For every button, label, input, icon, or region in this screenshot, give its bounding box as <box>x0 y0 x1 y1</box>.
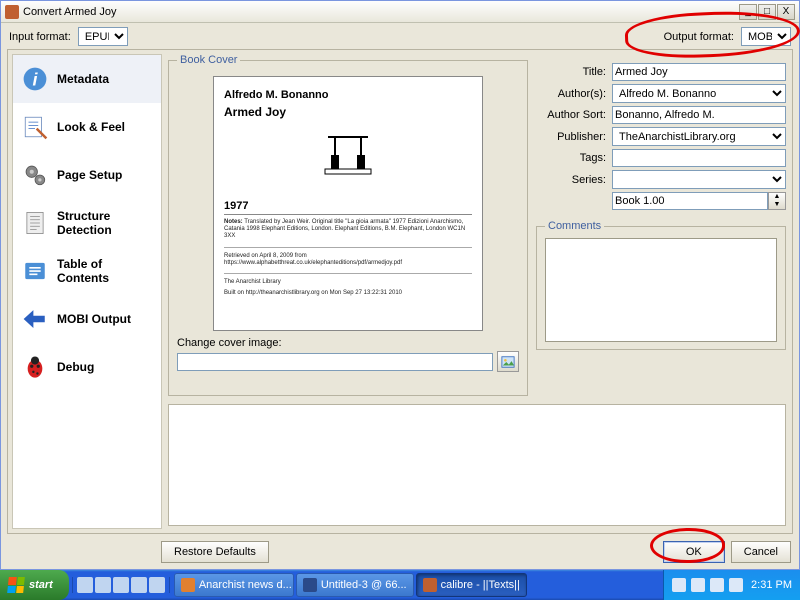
change-cover-input[interactable] <box>177 353 493 371</box>
cover-notes: Notes: Translated by Jean Weir. Original… <box>224 219 472 241</box>
sidebar-item-label: Page Setup <box>57 168 122 182</box>
comments-textarea[interactable] <box>545 238 777 342</box>
cover-retrieved: Retrieved on April 8, 2009 from https://… <box>224 253 472 267</box>
quick-launch-icon[interactable] <box>77 577 93 593</box>
tray-icon[interactable] <box>691 578 705 592</box>
sidebar-item-look-feel[interactable]: Look & Feel <box>13 103 161 151</box>
title-label: Title: <box>536 66 606 78</box>
content-area: i Metadata Look & Feel Page Setup <box>7 49 793 534</box>
tags-label: Tags: <box>536 152 606 164</box>
firefox-icon <box>181 578 195 592</box>
cover-year: 1977 <box>224 200 472 215</box>
cover-title: Armed Joy <box>224 105 472 119</box>
maximize-button[interactable]: □ <box>758 4 776 20</box>
right-panel: Book Cover Alfredo M. Bonanno Armed Joy … <box>168 54 788 529</box>
comments-group: Comments <box>536 220 786 350</box>
taskbar-item-label: Untitled-3 @ 66... <box>321 579 407 591</box>
dialog-button-row: Restore Defaults OK Cancel <box>161 541 791 563</box>
browse-cover-button[interactable] <box>497 351 519 372</box>
sidebar-item-mobi-output[interactable]: MOBI Output <box>13 295 161 343</box>
taskbar: start Anarchist news d... Untitled-3 @ 6… <box>0 570 800 600</box>
sidebar-item-label: MOBI Output <box>57 312 131 326</box>
input-format-label: Input format: <box>9 31 71 43</box>
app-icon <box>5 5 19 19</box>
close-button[interactable]: X <box>777 4 795 20</box>
sidebar-item-label: Table of Contents <box>57 257 153 285</box>
sidebar-item-page-setup[interactable]: Page Setup <box>13 151 161 199</box>
sidebar-item-debug[interactable]: Debug <box>13 343 161 391</box>
sidebar-item-metadata[interactable]: i Metadata <box>13 55 161 103</box>
cover-built: Built on http://theanarchistlibrary.org … <box>224 290 472 297</box>
sidebar-item-toc[interactable]: Table of Contents <box>13 247 161 295</box>
change-cover-label: Change cover image: <box>177 337 519 349</box>
lookfeel-icon <box>21 113 49 141</box>
authors-label: Author(s): <box>536 88 606 100</box>
input-format-select[interactable]: EPUB <box>78 27 128 46</box>
tags-input[interactable] <box>612 149 786 167</box>
system-tray: 2:31 PM <box>663 570 800 600</box>
authorsort-label: Author Sort: <box>536 109 606 121</box>
minimize-button[interactable]: _ <box>739 4 757 20</box>
window-title: Convert Armed Joy <box>23 6 735 18</box>
titlebar: Convert Armed Joy _ □ X <box>1 1 799 23</box>
calibre-icon <box>423 578 437 592</box>
authors-select[interactable]: Alfredo M. Bonanno <box>612 84 786 103</box>
series-label: Series: <box>536 174 606 186</box>
toc-icon <box>21 257 49 285</box>
arrow-left-icon <box>21 305 49 333</box>
sidebar-item-structure-detection[interactable]: Structure Detection <box>13 199 161 247</box>
taskbar-clock: 2:31 PM <box>751 579 792 591</box>
taskbar-item[interactable]: Anarchist news d... <box>174 573 294 597</box>
structure-icon <box>21 209 49 237</box>
taskbar-item-active[interactable]: calibre - ||Texts|| <box>416 573 527 597</box>
comments-legend: Comments <box>545 220 604 232</box>
bug-icon <box>21 353 49 381</box>
windows-logo-icon <box>7 577 25 593</box>
metadata-form: Title: Author(s): Alfredo M. Bonanno Auth… <box>536 60 786 350</box>
ok-button[interactable]: OK <box>663 541 725 563</box>
book-number-spinner[interactable]: ▲▼ <box>768 192 786 210</box>
gears-icon <box>21 161 49 189</box>
quick-launch-icon[interactable] <box>113 577 129 593</box>
tray-icon[interactable] <box>710 578 724 592</box>
sidebar-item-label: Debug <box>57 360 94 374</box>
cover-lib: The Anarchist Library <box>224 279 472 286</box>
taskbar-item-label: calibre - ||Texts|| <box>441 579 520 591</box>
sidebar-item-label: Metadata <box>57 72 109 86</box>
cover-author: Alfredo M. Bonanno <box>224 89 472 101</box>
sidebar-item-label: Structure Detection <box>57 209 153 237</box>
output-format-select[interactable]: MOBI <box>741 27 791 46</box>
cover-graphic <box>224 135 472 182</box>
cover-preview: Alfredo M. Bonanno Armed Joy 1977 Notes:… <box>213 76 483 331</box>
sidebar-item-label: Look & Feel <box>57 120 125 134</box>
start-button[interactable]: start <box>0 570 69 600</box>
restore-defaults-button[interactable]: Restore Defaults <box>161 541 269 563</box>
series-select[interactable] <box>612 170 786 189</box>
lower-panel <box>168 404 786 526</box>
quick-launch <box>72 577 170 593</box>
picture-icon <box>501 355 515 369</box>
quick-launch-icon[interactable] <box>95 577 111 593</box>
format-row: Input format: EPUB Output format: MOBI <box>1 23 799 50</box>
book-cover-group: Book Cover Alfredo M. Bonanno Armed Joy … <box>168 54 528 396</box>
start-label: start <box>29 579 53 591</box>
output-format-label: Output format: <box>664 31 734 43</box>
book-cover-legend: Book Cover <box>177 54 240 66</box>
quick-launch-icon[interactable] <box>149 577 165 593</box>
taskbar-item[interactable]: Untitled-3 @ 66... <box>296 573 414 597</box>
convert-dialog: Convert Armed Joy _ □ X Input format: EP… <box>0 0 800 570</box>
tray-icon[interactable] <box>729 578 743 592</box>
info-icon: i <box>21 65 49 93</box>
title-input[interactable] <box>612 63 786 81</box>
book-number-input[interactable] <box>612 192 768 210</box>
tray-icon[interactable] <box>672 578 686 592</box>
taskbar-item-label: Anarchist news d... <box>199 579 292 591</box>
publisher-select[interactable]: TheAnarchistLibrary.org <box>612 127 786 146</box>
authorsort-input[interactable] <box>612 106 786 124</box>
sidebar: i Metadata Look & Feel Page Setup <box>12 54 162 529</box>
photoshop-icon <box>303 578 317 592</box>
quick-launch-icon[interactable] <box>131 577 147 593</box>
publisher-label: Publisher: <box>536 131 606 143</box>
cancel-button[interactable]: Cancel <box>731 541 791 563</box>
